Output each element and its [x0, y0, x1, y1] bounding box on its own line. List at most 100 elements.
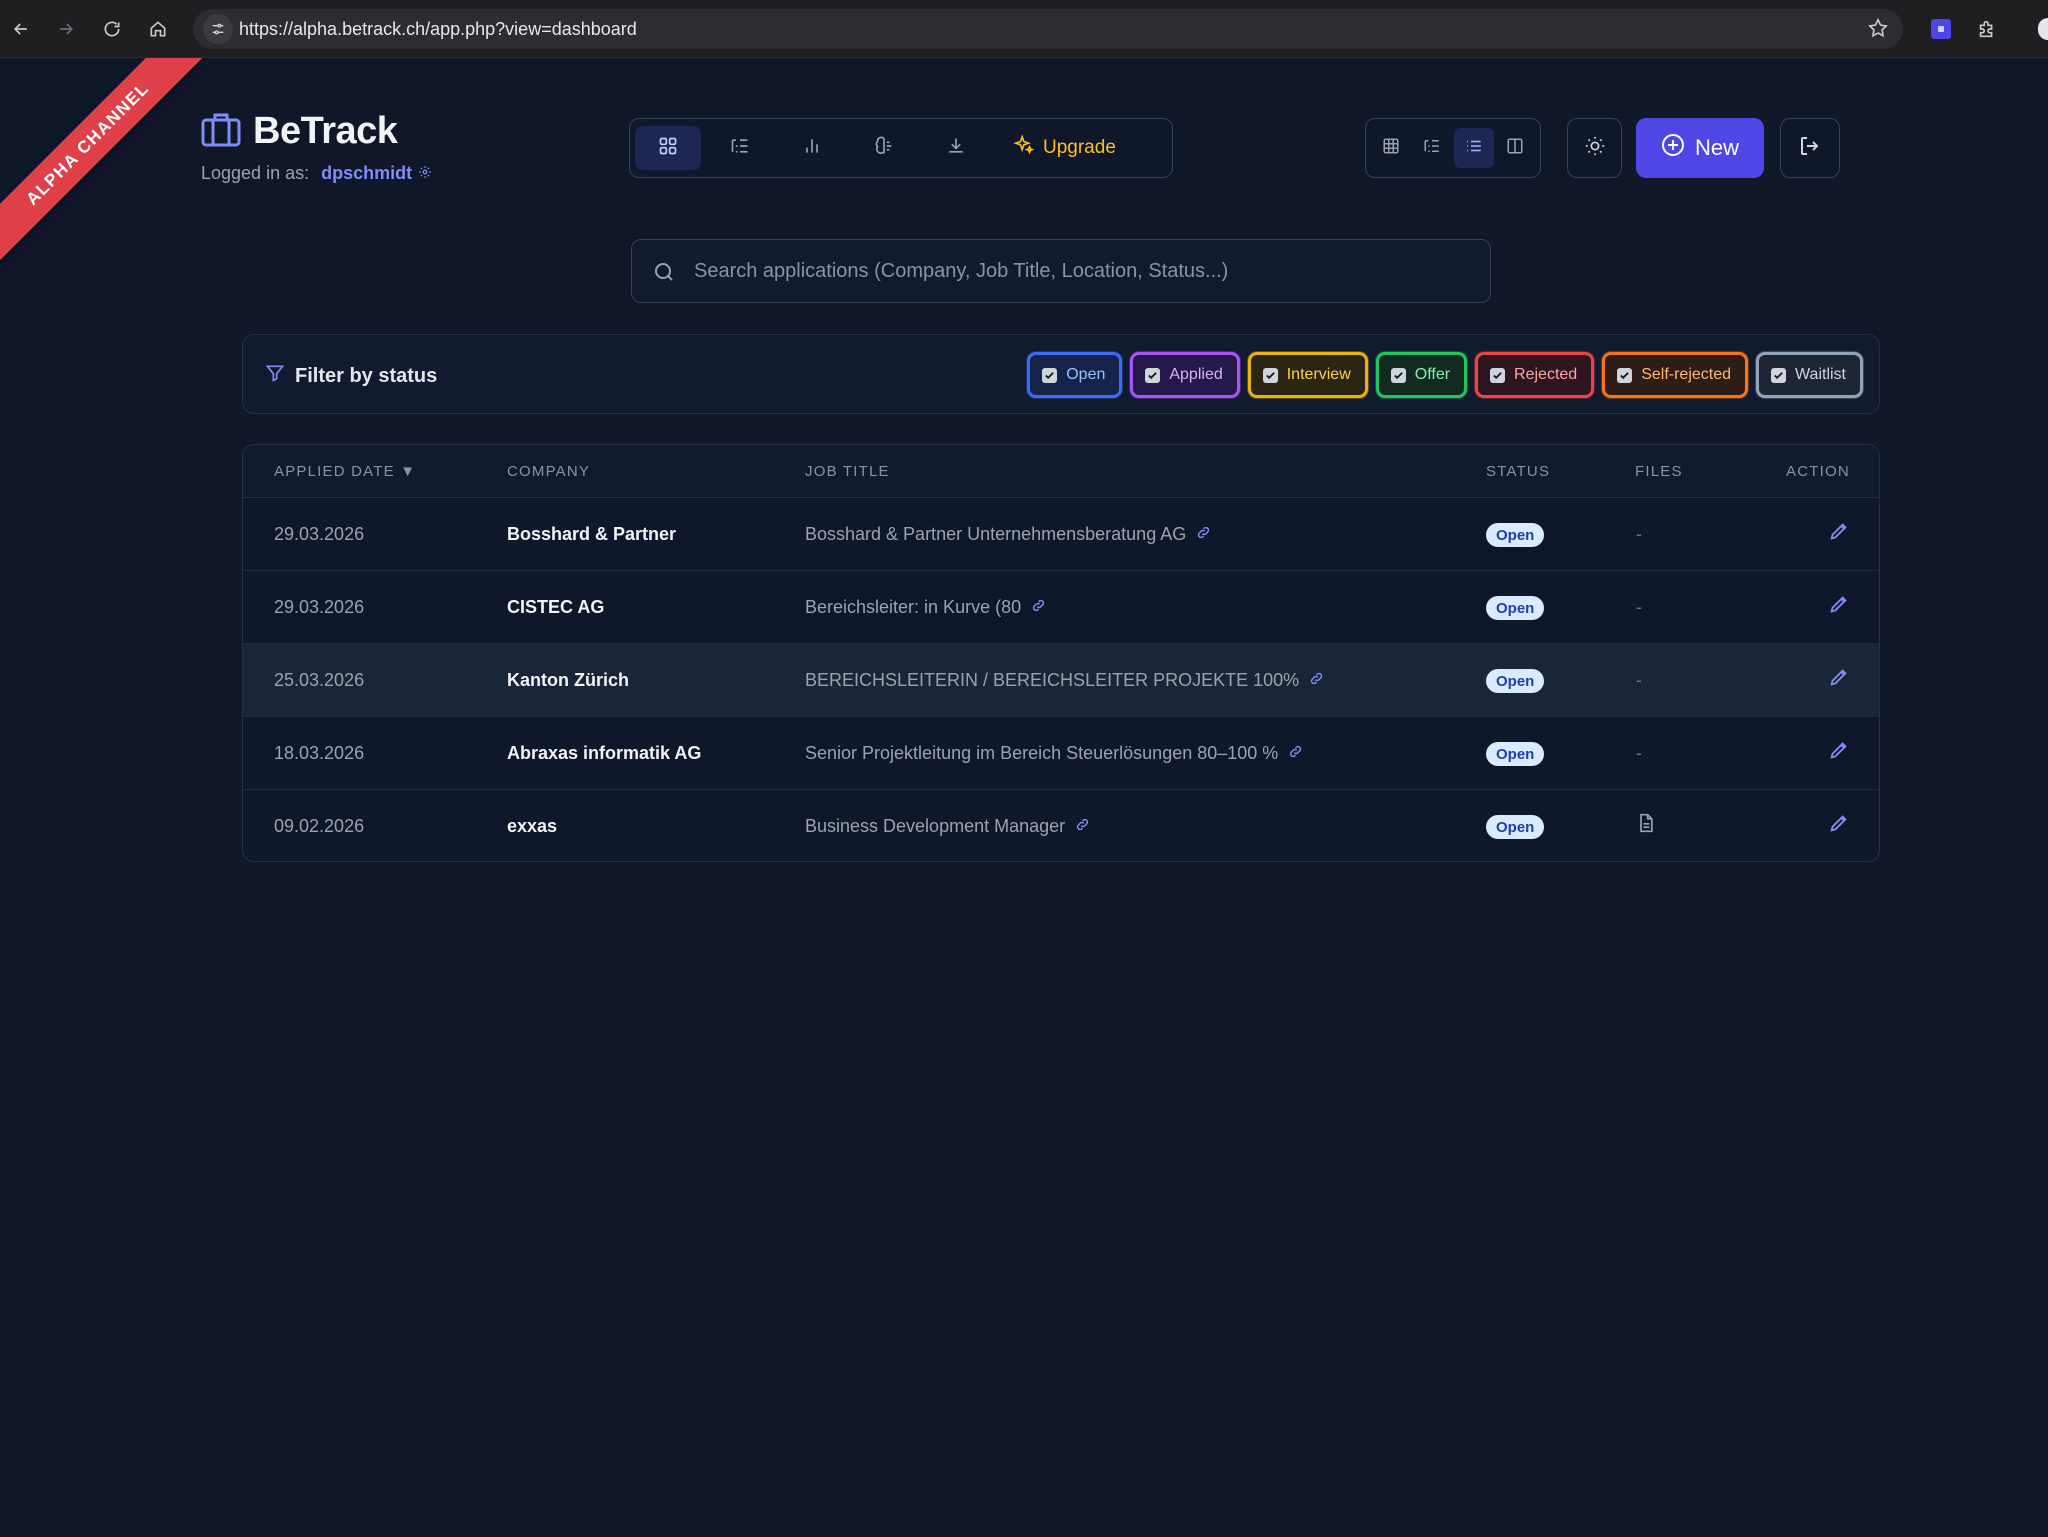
search-icon	[652, 260, 676, 289]
brain-icon	[873, 135, 895, 162]
filter-chip-interview[interactable]: Interview	[1247, 352, 1368, 398]
table-grid-icon	[1382, 137, 1400, 160]
edit-pencil-icon[interactable]	[1828, 739, 1850, 766]
site-settings-icon[interactable]	[203, 14, 233, 44]
settings-gear-icon[interactable]	[418, 163, 432, 184]
job-title-text: Bosshard & Partner Unternehmensberatung …	[805, 524, 1187, 544]
view-mode-group	[1365, 118, 1541, 178]
app-name: BeTrack	[253, 110, 398, 152]
list-icon	[1465, 137, 1483, 160]
plus-circle-icon	[1661, 133, 1685, 163]
new-label: New	[1694, 135, 1739, 160]
status-badge: Open	[1486, 815, 1545, 839]
home-icon[interactable]	[143, 14, 173, 44]
list-tree-button[interactable]	[707, 126, 773, 170]
checkbox-checked-icon[interactable]	[1771, 367, 1787, 383]
chip-label: Waitlist	[1795, 366, 1846, 383]
table-row[interactable]: 29.03.2026 CISTEC AG Bereichsleiter: in …	[243, 571, 1879, 644]
dashboard-button[interactable]	[635, 126, 701, 170]
checkbox-checked-icon[interactable]	[1390, 367, 1406, 383]
statistics-button[interactable]	[779, 126, 845, 170]
new-application-button[interactable]: New	[1636, 118, 1764, 178]
company-name: Kanton Zürich	[507, 670, 629, 690]
username-link[interactable]: dpschmidt	[321, 163, 412, 184]
files-empty: -	[1636, 597, 1642, 617]
table-row[interactable]: 25.03.2026 Kanton Zürich BEREICHSLEITERI…	[243, 644, 1879, 717]
search-input[interactable]	[694, 240, 1474, 302]
status-chips: Open Applied Interview Offer Rejected Se…	[1027, 352, 1863, 398]
filter-chip-offer[interactable]: Offer	[1375, 352, 1468, 398]
job-title-text: Bereichsleiter: in Kurve (80	[805, 597, 1022, 617]
status-badge: Open	[1486, 669, 1545, 693]
filter-chip-open[interactable]: Open	[1027, 352, 1123, 398]
checkbox-checked-icon[interactable]	[1042, 367, 1058, 383]
file-icon[interactable]	[1636, 812, 1656, 839]
download-button[interactable]	[923, 126, 989, 170]
profile-icon[interactable]	[2026, 14, 2048, 44]
view-table-button[interactable]	[1371, 128, 1411, 168]
column-job-title[interactable]: JOB TITLE	[805, 463, 890, 480]
reload-icon[interactable]	[97, 14, 127, 44]
edit-pencil-icon[interactable]	[1828, 593, 1850, 620]
company-name: CISTEC AG	[507, 597, 605, 617]
checkbox-checked-icon[interactable]	[1490, 367, 1506, 383]
column-status[interactable]: STATUS	[1486, 463, 1550, 480]
company-name: Bosshard & Partner	[507, 524, 677, 544]
edit-pencil-icon[interactable]	[1828, 666, 1850, 693]
column-company[interactable]: COMPANY	[507, 463, 590, 480]
checkbox-checked-icon[interactable]	[1617, 367, 1633, 383]
download-icon	[946, 136, 966, 161]
applications-table: APPLIED DATE ▼ COMPANY JOB TITLE STATUS …	[242, 444, 1880, 862]
address-bar[interactable]: https://alpha.betrack.ch/app.php?view=da…	[193, 9, 1903, 49]
bookmark-star-icon[interactable]	[1867, 17, 1889, 44]
job-title: Business Development Manager	[805, 816, 1090, 837]
column-applied-date[interactable]: APPLIED DATE ▼	[274, 463, 416, 480]
columns-icon	[1506, 137, 1524, 160]
filter-chip-applied[interactable]: Applied	[1130, 352, 1240, 398]
brand[interactable]: BeTrack	[201, 110, 398, 153]
forward-icon[interactable]	[51, 14, 81, 44]
view-tree-button[interactable]	[1413, 128, 1453, 168]
table-row[interactable]: 18.03.2026 Abraxas informatik AG Senior …	[243, 717, 1879, 790]
link-icon[interactable]	[1309, 670, 1324, 691]
edit-pencil-icon[interactable]	[1828, 812, 1850, 839]
upgrade-button[interactable]: Upgrade	[999, 126, 1130, 170]
checkbox-checked-icon[interactable]	[1145, 367, 1161, 383]
job-title-text: Business Development Manager	[805, 816, 1066, 836]
checkbox-checked-icon[interactable]	[1262, 367, 1278, 383]
view-split-button[interactable]	[1496, 128, 1536, 168]
filter-chip-rejected[interactable]: Rejected	[1475, 352, 1595, 398]
edit-pencil-icon[interactable]	[1828, 520, 1850, 547]
link-icon[interactable]	[1075, 816, 1090, 837]
status-filter-panel: Filter by status Open Applied Interview …	[242, 334, 1880, 414]
job-title: Senior Projektleitung im Bereich Steuerl…	[805, 743, 1303, 764]
view-list-button[interactable]	[1454, 128, 1494, 168]
logout-button[interactable]	[1780, 118, 1840, 178]
funnel-icon	[265, 363, 285, 389]
extension-icon[interactable]	[1926, 14, 1956, 44]
applied-date: 25.03.2026	[274, 670, 365, 690]
status-badge: Open	[1486, 596, 1545, 620]
job-title-text: BEREICHSLEITERIN / BEREICHSLEITER PROJEK…	[805, 670, 1300, 690]
applied-date: 18.03.2026	[274, 743, 365, 763]
back-icon[interactable]	[6, 14, 36, 44]
logged-in-label: Logged in as:	[201, 163, 310, 183]
chip-label: Rejected	[1514, 366, 1578, 383]
table-row[interactable]: 09.02.2026 exxas Business Development Ma…	[243, 790, 1879, 861]
chip-label: Applied	[1169, 366, 1223, 383]
link-icon[interactable]	[1031, 597, 1046, 618]
main-toolbar: Upgrade	[629, 118, 1173, 178]
url-text[interactable]: https://alpha.betrack.ch/app.php?view=da…	[239, 19, 637, 40]
company-name: Abraxas informatik AG	[507, 743, 702, 763]
theme-toggle-button[interactable]	[1567, 118, 1622, 178]
table-row[interactable]: 29.03.2026 Bosshard & Partner Bosshard &…	[243, 498, 1879, 571]
ai-button[interactable]	[851, 126, 917, 170]
job-title: BEREICHSLEITERIN / BEREICHSLEITER PROJEK…	[805, 670, 1324, 691]
filter-chip-waitlist[interactable]: Waitlist	[1756, 352, 1863, 398]
browser-toolbar: https://alpha.betrack.ch/app.php?view=da…	[0, 0, 2048, 58]
chip-label: Offer	[1414, 366, 1451, 383]
link-icon[interactable]	[1288, 743, 1303, 764]
filter-chip-self-rejected[interactable]: Self-rejected	[1602, 352, 1749, 398]
extensions-puzzle-icon[interactable]	[1972, 14, 2002, 44]
link-icon[interactable]	[1196, 524, 1211, 545]
